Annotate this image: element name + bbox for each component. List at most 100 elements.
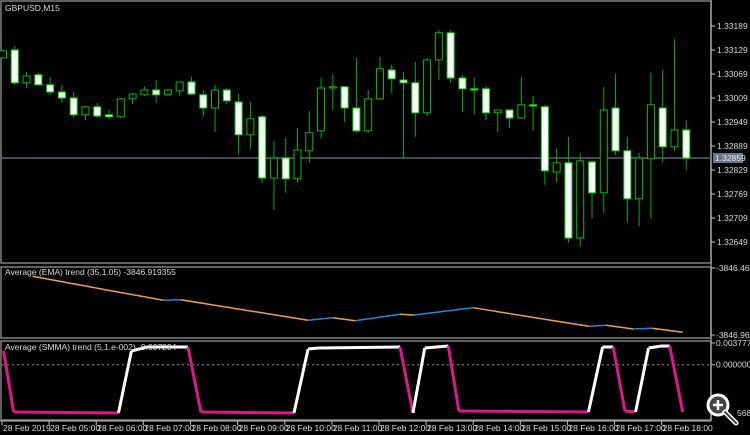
bull-candle-body xyxy=(293,149,302,180)
candle[interactable] xyxy=(623,136,632,222)
ema-line-segment xyxy=(308,316,333,322)
candle[interactable] xyxy=(670,39,679,151)
candle[interactable] xyxy=(175,81,184,96)
bear-candle-body xyxy=(57,91,66,99)
candle[interactable] xyxy=(234,94,243,155)
candle[interactable] xyxy=(199,90,208,117)
bull-candle-body xyxy=(434,32,443,61)
candle[interactable] xyxy=(46,76,55,95)
candle[interactable] xyxy=(682,120,691,170)
candle[interactable] xyxy=(222,88,231,104)
candle[interactable] xyxy=(658,70,667,162)
candle[interactable] xyxy=(81,106,90,120)
candle[interactable] xyxy=(116,98,125,118)
candle[interactable] xyxy=(128,92,137,104)
candle[interactable] xyxy=(364,90,373,133)
candle[interactable] xyxy=(540,104,549,185)
smma-line-segment xyxy=(2,350,16,413)
candle[interactable] xyxy=(0,50,7,59)
bear-candle-body xyxy=(611,107,620,152)
candle[interactable] xyxy=(187,76,196,95)
candle[interactable] xyxy=(458,74,467,112)
candle[interactable] xyxy=(69,92,78,118)
candle[interactable] xyxy=(564,136,573,243)
time-tick-label: 28 Feb 06:00 xyxy=(97,423,147,433)
smma-line-segment xyxy=(624,409,636,414)
candle[interactable] xyxy=(281,138,290,193)
ema-panel[interactable] xyxy=(32,275,683,334)
magnifier-plus-icon[interactable] xyxy=(705,392,739,426)
candle[interactable] xyxy=(588,160,596,219)
candle[interactable] xyxy=(22,72,31,88)
bull-candle-body xyxy=(423,59,432,114)
smma-panel[interactable] xyxy=(2,344,711,415)
candle[interactable] xyxy=(105,110,114,119)
candle[interactable] xyxy=(470,78,479,115)
panel-border xyxy=(0,266,712,339)
smma-line-segment xyxy=(446,345,461,412)
bull-candle-body xyxy=(635,157,644,200)
bear-candle-body xyxy=(682,129,691,159)
candle[interactable] xyxy=(163,88,172,96)
candle[interactable] xyxy=(387,64,396,93)
candle[interactable] xyxy=(599,86,608,213)
smma-line-segment xyxy=(634,347,651,413)
candle[interactable] xyxy=(576,152,585,247)
candle[interactable] xyxy=(152,80,161,103)
chart-canvas[interactable]: 1.33189 1.33129 1.33069 1.33009 1.32949 1.328… xyxy=(0,0,750,435)
candle[interactable] xyxy=(517,76,526,119)
time-tick-label: 28 Feb 16:00 xyxy=(568,423,618,433)
candle[interactable] xyxy=(140,86,149,96)
bear-candle-body xyxy=(222,89,231,102)
candle[interactable] xyxy=(328,74,337,110)
candle[interactable] xyxy=(529,96,538,131)
ema-line-segment xyxy=(588,324,607,328)
candle[interactable] xyxy=(552,148,561,182)
bull-candle-body xyxy=(246,118,255,136)
candle[interactable] xyxy=(375,56,384,100)
candle[interactable] xyxy=(211,84,220,132)
smma-tick-label: 0.003777 xyxy=(716,338,750,348)
candle[interactable] xyxy=(93,102,102,118)
candle[interactable] xyxy=(258,114,267,183)
candle[interactable] xyxy=(10,46,19,85)
candle[interactable] xyxy=(317,78,326,138)
bull-candle-body xyxy=(128,93,137,100)
bear-candle-body xyxy=(34,74,43,86)
candle[interactable] xyxy=(399,72,408,159)
candle[interactable] xyxy=(505,109,514,128)
candle[interactable] xyxy=(646,72,655,219)
candle[interactable] xyxy=(246,102,255,149)
bear-candle-body xyxy=(10,49,19,84)
price-panel[interactable] xyxy=(0,30,711,247)
candle[interactable] xyxy=(635,152,644,226)
candle[interactable] xyxy=(57,84,66,103)
candle[interactable] xyxy=(434,30,443,80)
smma-line-segment xyxy=(611,346,627,412)
smma-line-segment xyxy=(116,350,133,414)
candle[interactable] xyxy=(269,140,278,210)
smma-line-segment xyxy=(436,344,449,349)
bear-candle-body xyxy=(69,97,78,116)
bull-candle-body xyxy=(269,157,278,179)
bear-candle-body xyxy=(446,32,455,79)
candle[interactable] xyxy=(293,128,302,183)
bull-candle-body xyxy=(646,104,655,160)
smma-line-segment xyxy=(648,344,662,350)
price-tick-label: 1.32769 xyxy=(717,189,748,199)
smma-line-segment xyxy=(458,409,589,414)
candle[interactable] xyxy=(446,30,455,83)
candle[interactable] xyxy=(493,109,502,132)
candle[interactable] xyxy=(611,74,620,155)
candle[interactable] xyxy=(423,58,432,116)
candle[interactable] xyxy=(340,86,349,122)
smma-tick-label: 0.000000 xyxy=(716,360,750,370)
smma-line-segment xyxy=(307,346,319,351)
price-tick-label: 1.32649 xyxy=(717,237,748,247)
candle[interactable] xyxy=(305,110,314,163)
candle[interactable] xyxy=(34,72,43,86)
candle[interactable] xyxy=(411,62,420,137)
candle[interactable] xyxy=(352,58,361,133)
smma-line-segment xyxy=(668,345,685,413)
candle[interactable] xyxy=(481,86,490,120)
